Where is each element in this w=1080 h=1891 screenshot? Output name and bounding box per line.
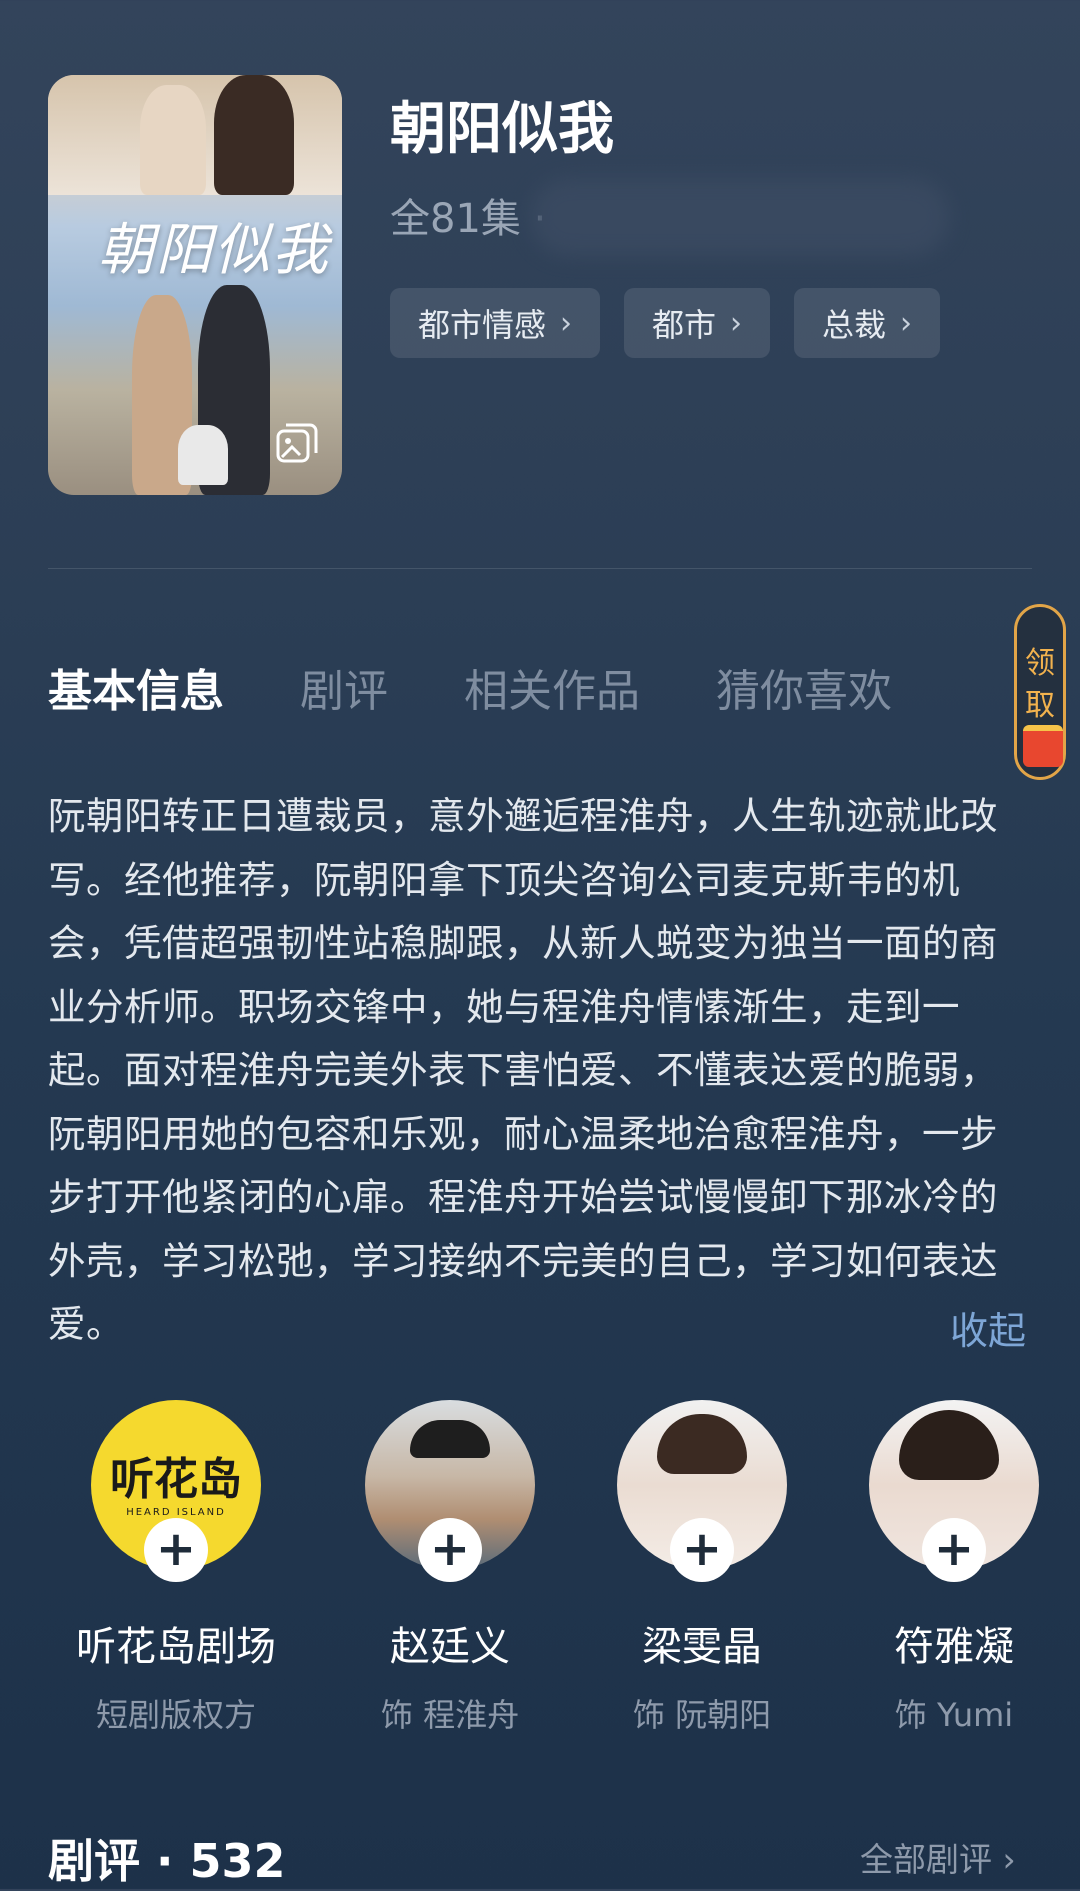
avatar[interactable]: + [365,1400,535,1582]
tab-recommendations[interactable]: 猜你喜欢 [716,655,892,719]
tag-urban[interactable]: 都市 › [624,288,771,358]
follow-plus-icon[interactable]: + [418,1518,482,1582]
avatar[interactable]: + [869,1400,1039,1582]
cast-name: 赵廷义 [390,1624,510,1670]
reward-claim-button[interactable]: 领 取 [1014,604,1066,780]
reviews-section-title: 剧评 · 532 [48,1834,286,1888]
follow-plus-icon[interactable]: + [922,1518,986,1582]
cast-member[interactable]: + 梁雯晶 饰 阮朝阳 [592,1400,812,1736]
follow-plus-icon[interactable]: + [144,1518,208,1582]
gallery-icon[interactable] [274,421,320,467]
drama-title: 朝阳似我 [390,97,614,162]
tab-related-works[interactable]: 相关作品 [464,655,640,719]
collapse-button[interactable]: 收起 [950,1300,1026,1355]
reward-label-1: 领 [1025,646,1055,681]
cast-member[interactable]: + 符雅凝 饰 Yumi [844,1400,1064,1736]
cast-name: 梁雯晶 [642,1624,762,1670]
tag-ceo[interactable]: 总裁 › [794,288,941,358]
cast-member[interactable]: 听花岛 HEARD ISLAND + 听花岛剧场 短剧版权方 [66,1400,286,1736]
studio-logo-text: 听花岛 [110,1453,242,1505]
chevron-right-icon: › [900,305,913,341]
tag-label: 都市 [652,306,717,344]
cast-role: 饰 阮朝阳 [632,1696,772,1734]
section-divider [48,568,1032,569]
cast-role: 短剧版权方 [95,1696,256,1734]
follow-plus-icon[interactable]: + [670,1518,734,1582]
cast-role: 饰 程淮舟 [380,1696,520,1734]
cast-name: 听花岛剧场 [76,1624,276,1670]
red-packet-icon [1023,725,1063,767]
poster-title: 朝阳似我 [98,218,330,283]
cast-member[interactable]: + 赵廷义 饰 程淮舟 [340,1400,560,1736]
episode-count: 全81集 · [390,196,547,242]
reward-label-2: 取 [1025,688,1055,723]
chevron-right-icon: › [560,305,573,341]
poster-dog [178,425,228,485]
drama-poster[interactable]: 朝阳似我 [48,75,342,495]
tag-label: 总裁 [822,306,887,344]
all-reviews-link[interactable]: 全部剧评 › [860,1833,1016,1881]
avatar[interactable]: + [617,1400,787,1582]
tag-label: 都市情感 [418,306,547,344]
avatar[interactable]: 听花岛 HEARD ISLAND + [91,1400,261,1582]
chevron-right-icon: › [730,305,743,341]
cast-list: 听花岛 HEARD ISLAND + 听花岛剧场 短剧版权方 + 赵廷义 饰 程… [0,1400,1080,1740]
blurred-region [530,178,950,256]
tag-urban-romance[interactable]: 都市情感 › [390,288,601,358]
cast-name: 符雅凝 [894,1624,1014,1670]
tab-basic-info[interactable]: 基本信息 [48,655,224,719]
genre-tags: 都市情感 › 都市 › 总裁 › [390,288,941,358]
detail-tabs: 基本信息 剧评 相关作品 猜你喜欢 [48,655,892,719]
studio-logo-subtext: HEARD ISLAND [126,1506,226,1518]
synopsis-text: 阮朝阳转正日遭裁员，意外邂逅程淮舟，人生轨迹就此改写。经他推荐，阮朝阳拿下顶尖咨… [48,794,998,1346]
cast-role: 饰 Yumi [894,1696,1014,1734]
tab-reviews[interactable]: 剧评 [300,655,388,719]
poster-top-photo [48,75,342,195]
